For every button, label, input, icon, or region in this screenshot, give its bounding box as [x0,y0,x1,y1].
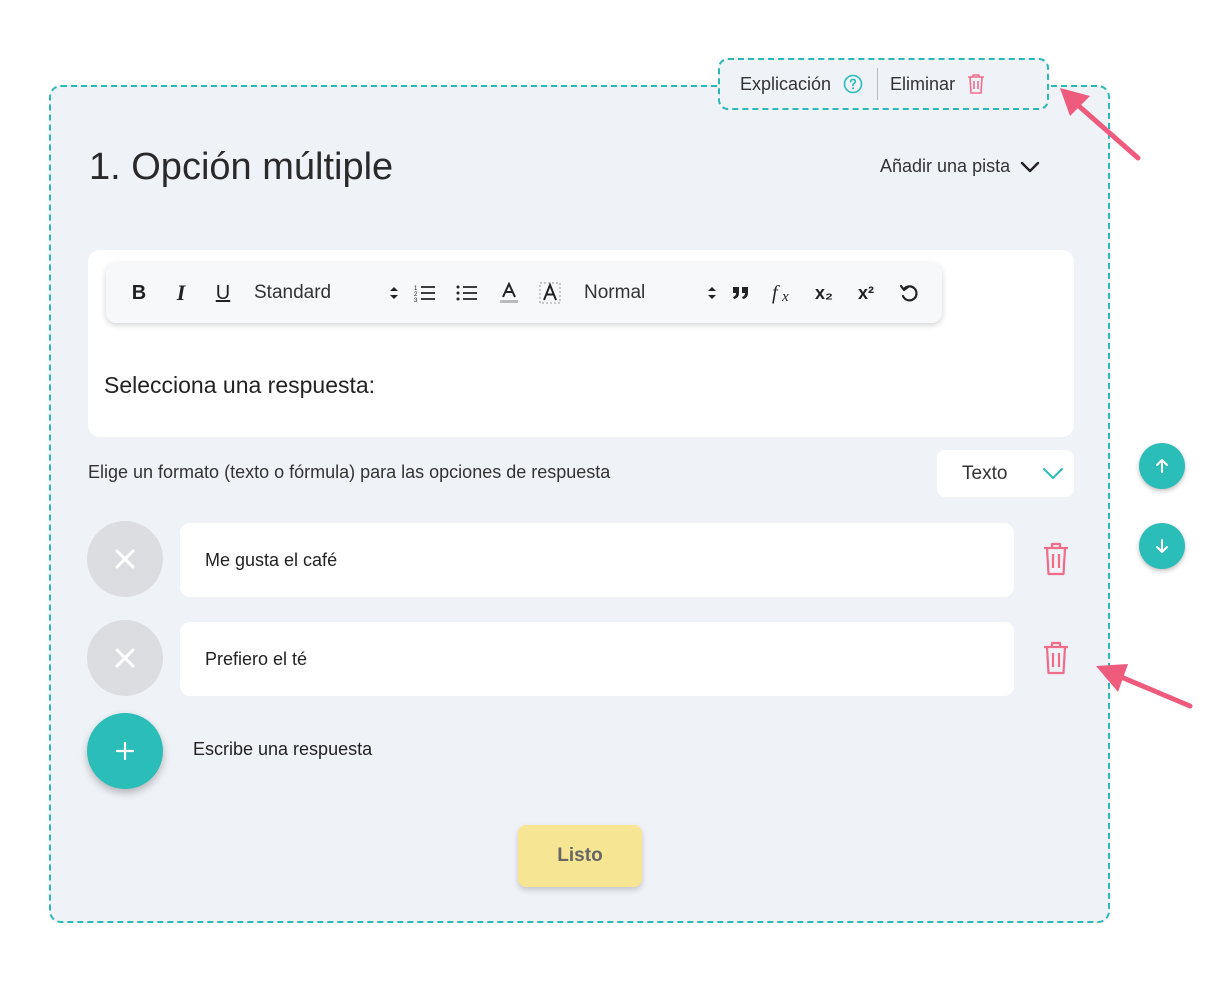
question-card [49,85,1110,923]
answer-input[interactable]: Prefiero el té [180,622,1014,696]
superscript-button[interactable]: x² [852,263,880,323]
svg-text:f: f [772,282,780,304]
svg-text:3: 3 [414,298,418,302]
size-select-arrows-icon[interactable] [382,263,406,323]
size-select-value: Standard [254,282,332,303]
add-answer-label: Escribe una respuesta [193,739,373,759]
add-hint-label: Añadir una pista [880,156,1011,176]
heading-select-value: Normal [584,282,646,303]
trash-icon [968,74,985,94]
divider [877,68,879,100]
clear-format-icon[interactable] [896,263,922,323]
trash-icon [1044,641,1068,675]
annotation-arrow-icon [1096,664,1193,709]
question-title: 1. Opción múltiple [89,146,394,188]
help-icon [843,74,863,94]
question-text[interactable]: Selecciona una respuesta: [104,372,375,399]
explanation-button[interactable]: Explicación [740,74,863,95]
ordered-list-icon[interactable]: 123 [412,263,438,323]
delete-answer-button[interactable] [1042,541,1070,582]
arrow-up-icon [1156,459,1168,473]
explanation-label: Explicación [740,73,832,94]
close-icon [115,549,135,569]
add-hint-toggle[interactable]: Añadir una pista [880,156,1040,177]
heading-select-arrows-icon[interactable] [700,263,724,323]
underline-button[interactable]: U [210,263,236,323]
answer-text: Prefiero el té [205,648,308,669]
trash-icon [1044,542,1068,576]
answer-text: Me gusta el café [205,549,338,570]
format-select[interactable]: Texto [937,450,1074,497]
svg-text:x: x [781,289,789,305]
close-icon [115,648,135,668]
background-color-icon[interactable] [536,263,564,323]
blockquote-icon[interactable] [728,263,754,323]
move-up-button[interactable] [1139,443,1185,489]
mark-correct-button[interactable] [87,620,163,696]
bullet-list-icon[interactable] [454,263,480,323]
delete-label: Eliminar [890,73,956,94]
answer-input[interactable]: Me gusta el café [180,523,1014,597]
format-select-value: Texto [962,462,1008,484]
formula-icon[interactable]: fx [768,263,800,323]
mark-correct-button[interactable] [87,521,163,597]
chevron-down-icon [1020,161,1040,172]
bold-button[interactable]: B [126,263,152,323]
editor-toolbar: B I U Standard 123 Normal fx x₂ x² [106,263,942,323]
delete-question-button[interactable]: Eliminar [890,73,985,95]
annotation-arrow-icon [1060,88,1141,161]
subscript-button[interactable]: x₂ [810,263,838,323]
move-down-button[interactable] [1139,523,1185,569]
chevron-down-icon [1043,468,1063,479]
text-color-icon[interactable] [496,263,522,323]
delete-answer-button[interactable] [1042,640,1070,681]
format-label: Elige un formato (texto o fórmula) para … [88,462,611,482]
arrow-down-icon [1156,539,1168,553]
done-button[interactable]: Listo [518,825,642,887]
add-answer-button[interactable] [87,713,163,789]
plus-icon [115,741,135,761]
italic-button[interactable]: I [168,263,194,323]
question-actions: Explicación Eliminar [718,58,1049,110]
